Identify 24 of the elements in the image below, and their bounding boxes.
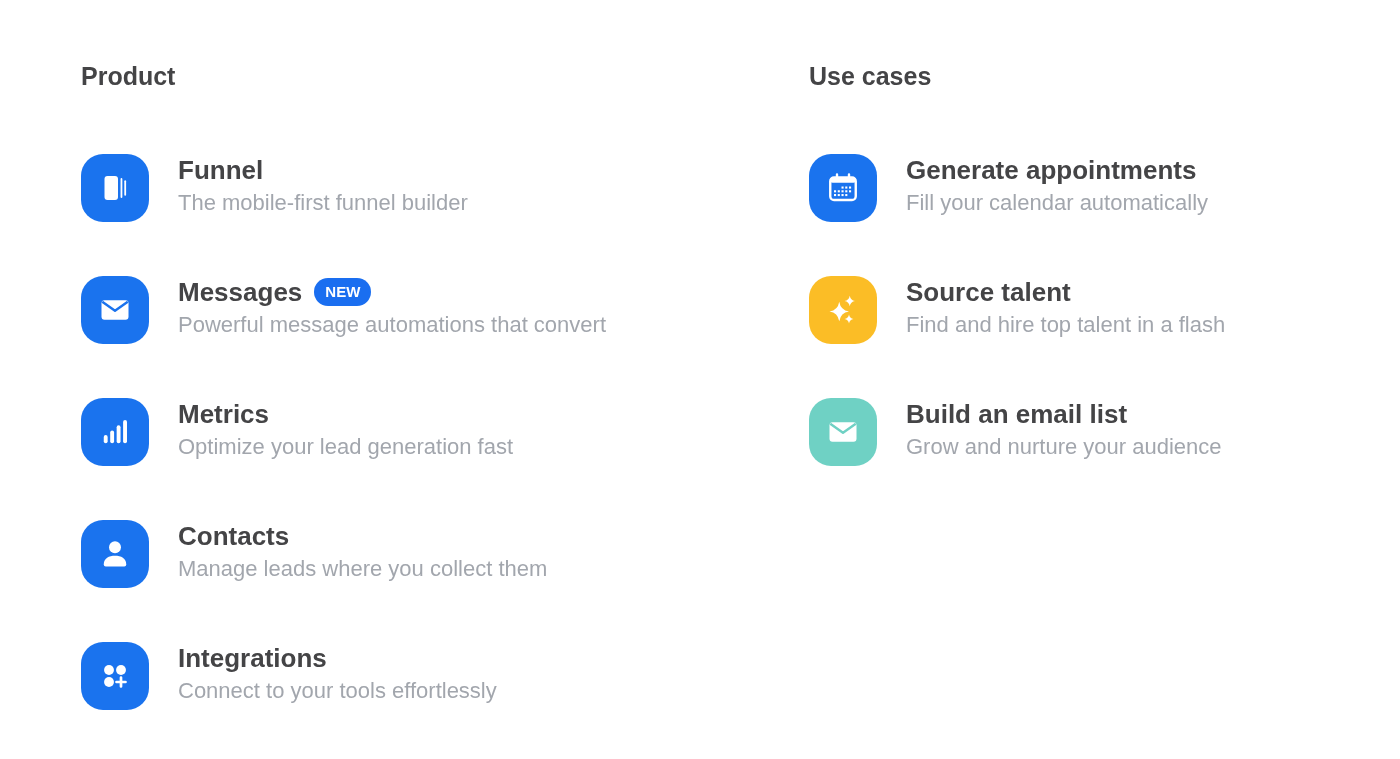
item-description: Grow and nurture your audience xyxy=(906,433,1222,461)
menu-link[interactable]: Contacts xyxy=(178,520,290,552)
menu-link[interactable]: Source talent xyxy=(906,276,1071,308)
section-heading: Product xyxy=(81,61,176,91)
item-description: Optimize your lead generation fast xyxy=(178,433,514,461)
menu-link[interactable]: Build an email list xyxy=(906,398,1128,430)
item-description: Fill your calendar automatically xyxy=(906,189,1209,217)
menu-link[interactable]: Funnel xyxy=(178,154,264,186)
menu-link[interactable]: Integrations xyxy=(178,642,327,674)
item-description: Manage leads where you collect them xyxy=(178,555,548,583)
item-description: Connect to your tools effortlessly xyxy=(178,677,497,705)
item-description: Find and hire top talent in a flash xyxy=(906,311,1226,339)
menu-link[interactable]: Messages xyxy=(178,276,303,308)
menu-link[interactable]: Generate appointments xyxy=(906,154,1197,186)
envelope-icon xyxy=(81,276,149,344)
item-description: Powerful message automations that convert xyxy=(178,311,606,339)
person-icon xyxy=(81,520,149,588)
menu-link[interactable]: Metrics xyxy=(178,398,270,430)
new-badge: NEW xyxy=(314,278,372,306)
apps-plus-icon xyxy=(81,642,149,710)
stacked-cards-icon xyxy=(81,154,149,222)
item-description: The mobile-first funnel builder xyxy=(178,189,468,217)
bar-chart-icon xyxy=(81,398,149,466)
section-heading: Use cases xyxy=(809,61,932,91)
